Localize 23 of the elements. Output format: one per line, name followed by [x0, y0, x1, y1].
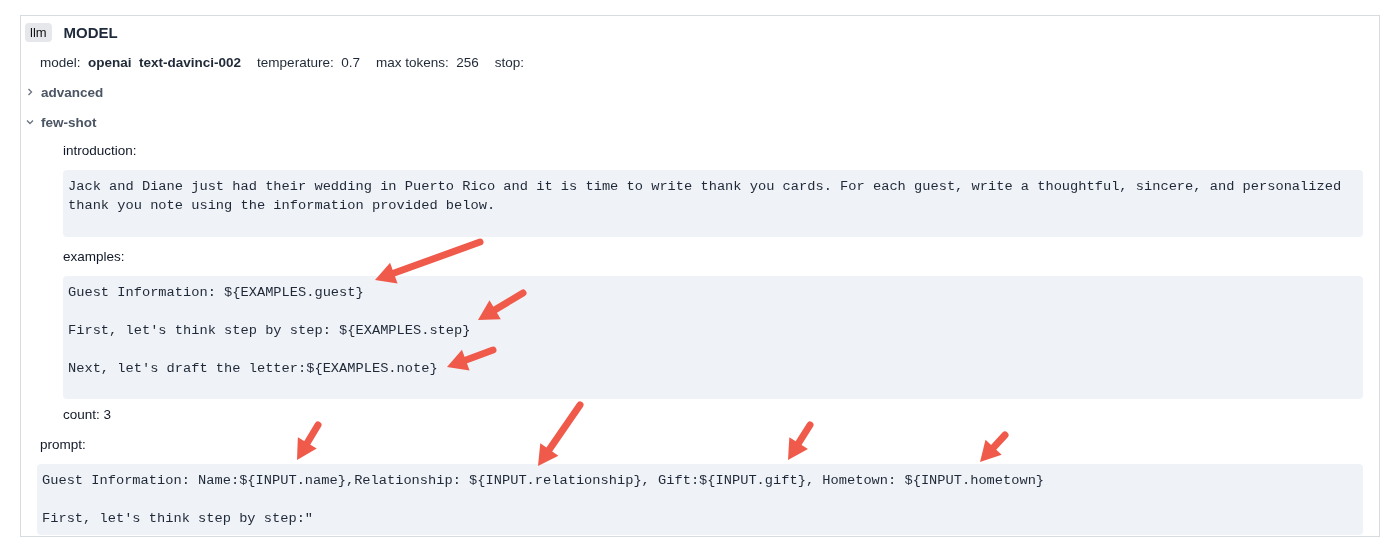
field-label: introduction: [63, 143, 137, 160]
setting-text: stop: [494, 54, 525, 70]
setting-text: model: openai text-davinci-002 [40, 54, 242, 70]
introduction-field[interactable]: Jack and Diane just had their wedding in Puerto Rico and it is time to write thank you cards. For each guest, write a thoughtful, sincere, and personalized thank you note using the information provided below. [63, 170, 1363, 237]
node-type-badge: llm [25, 22, 52, 42]
arrow-annotation [788, 421, 814, 460]
arrow-annotation [478, 289, 527, 320]
examples-field[interactable]: Guest Information: ${EXAMPLES.guest} First, let's think step by step: ${EXAMPLES.step} Next, let's draft the letter:${EXAMPLES.note} [63, 276, 1363, 399]
section-toggle[interactable]: advanced [41, 84, 104, 100]
node-title: MODEL [63, 23, 118, 41]
setting-text: max tokens: 256 [375, 54, 479, 70]
arrow-annotation [980, 431, 1009, 462]
field-label: examples: [63, 249, 125, 266]
setting-text: temperature: 0.7 [257, 54, 360, 70]
arrow-annotation [538, 401, 584, 466]
field-label: prompt: [40, 437, 86, 454]
section-toggle[interactable]: few-shot [41, 114, 97, 130]
arrow-annotation [297, 421, 322, 460]
count-text: count: 3 [63, 407, 112, 424]
prompt-field[interactable]: Guest Information: Name:${INPUT.name},Relationship: ${INPUT.relationship}, Gift:${INPUT.gift}, Hometown: ${INPUT.hometown} First, let's think step by step:" [37, 464, 1363, 535]
chevron-right-icon[interactable] [25, 87, 35, 97]
arrow-annotation [447, 346, 497, 371]
chevron-down-icon[interactable] [25, 117, 35, 127]
